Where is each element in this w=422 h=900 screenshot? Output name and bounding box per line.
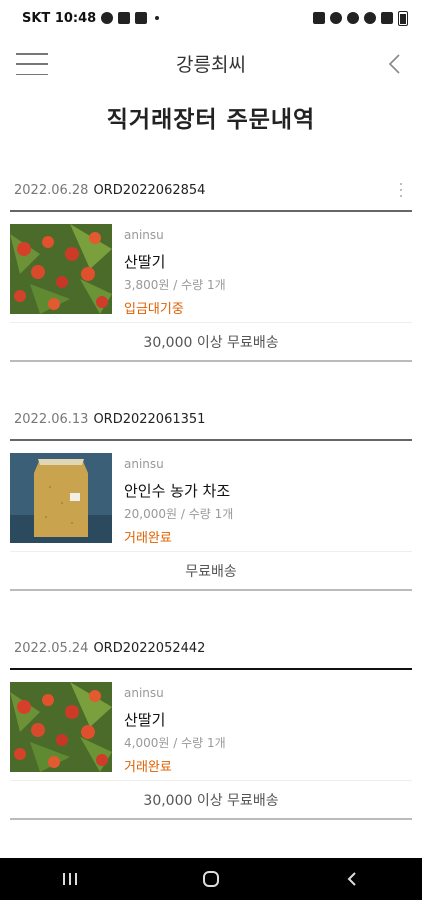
order-item[interactable]: aninsu 산딸기 4,000원 / 수량 1개 거래완료 xyxy=(0,670,422,780)
order-number: ORD2022062854 xyxy=(93,182,206,198)
order-number: ORD2022052442 xyxy=(93,640,206,656)
back-chevron-icon[interactable] xyxy=(384,51,406,77)
app-title: 강릉최씨 xyxy=(176,54,246,76)
battery-icon xyxy=(398,10,408,26)
gallery-notification-icon xyxy=(118,12,131,24)
wifi-icon xyxy=(364,12,376,24)
order-header: 2022.06.13 ORD2022061351 xyxy=(0,399,422,439)
product-image[interactable] xyxy=(10,682,112,772)
order-header: 2022.06.28 ORD2022062854 xyxy=(0,170,422,210)
product-image[interactable] xyxy=(10,224,112,314)
order-header: 2022.05.24 ORD2022052442 xyxy=(0,628,422,668)
order-status: 거래완료 xyxy=(124,760,172,775)
seller-name: aninsu xyxy=(124,228,164,242)
home-icon[interactable] xyxy=(191,864,231,894)
seller-name: aninsu xyxy=(124,686,164,700)
recent-apps-icon[interactable] xyxy=(50,864,90,894)
product-name[interactable]: 산딸기 xyxy=(124,709,226,731)
carrier-time: SKT 10:48 xyxy=(22,10,97,26)
product-name[interactable]: 산딸기 xyxy=(124,251,226,273)
shipping-info: 30,000 이상 무료배송 xyxy=(10,780,412,820)
order-item[interactable]: aninsu 산딸기 3,800원 / 수량 1개 입금대기중 xyxy=(0,212,422,322)
page-title: 직거래장터 주문내역 xyxy=(106,107,316,133)
back-icon[interactable] xyxy=(332,864,372,894)
price-quantity: 20,000원 / 수량 1개 xyxy=(124,507,234,521)
product-name[interactable]: 안인수 농가 차조 xyxy=(124,480,233,502)
order-card[interactable]: 2022.06.28 ORD2022062854 aninsu 산딸기 3,80… xyxy=(0,170,422,399)
more-options-icon[interactable] xyxy=(400,183,404,197)
location-icon xyxy=(347,12,359,24)
order-date: 2022.06.28 xyxy=(14,182,89,198)
product-image[interactable] xyxy=(10,453,112,543)
signal-icon xyxy=(381,12,393,24)
system-nav-bar xyxy=(0,858,422,900)
alarm-icon xyxy=(313,12,325,24)
shipping-info: 무료배송 xyxy=(10,551,412,591)
price-quantity: 4,000원 / 수량 1개 xyxy=(124,736,226,750)
app-notification-icon xyxy=(135,12,148,24)
order-card[interactable]: 2022.06.13 ORD2022061351 aninsu 안인수 농가 차… xyxy=(0,399,422,628)
shipping-info: 30,000 이상 무료배송 xyxy=(10,322,412,362)
order-status: 거래완료 xyxy=(124,531,172,546)
order-list: 2022.06.28 ORD2022062854 aninsu 산딸기 3,80… xyxy=(0,170,422,857)
order-number: ORD2022061351 xyxy=(93,411,206,427)
price-quantity: 3,800원 / 수량 1개 xyxy=(124,278,226,292)
order-card[interactable]: 2022.05.24 ORD2022052442 aninsu 산딸기 4,00… xyxy=(0,628,422,857)
mute-icon xyxy=(330,12,342,24)
app-header: 강릉최씨 xyxy=(0,36,422,90)
seller-name: aninsu xyxy=(124,457,164,471)
order-item[interactable]: aninsu 안인수 농가 차조 20,000원 / 수량 1개 거래완료 xyxy=(0,441,422,551)
chat-notification-icon xyxy=(101,12,114,24)
more-notifications-icon xyxy=(155,16,160,20)
order-date: 2022.05.24 xyxy=(14,640,89,656)
order-status: 입금대기중 xyxy=(124,302,184,317)
order-date: 2022.06.13 xyxy=(14,411,89,427)
status-bar: SKT 10:48 xyxy=(0,0,422,36)
